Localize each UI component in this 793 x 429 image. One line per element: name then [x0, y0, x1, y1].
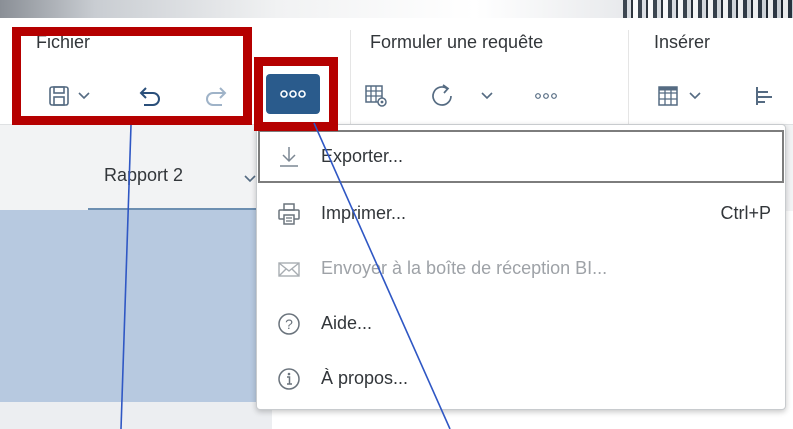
table-settings-button[interactable] — [356, 76, 396, 116]
refresh-button[interactable] — [420, 76, 502, 116]
background-image — [623, 0, 793, 18]
menu-item-imprimer[interactable]: Imprimer... Ctrl+P — [257, 186, 785, 241]
chevron-down-icon — [481, 92, 493, 100]
more-icon — [535, 93, 557, 99]
group-label-formuler: Formuler une requête — [370, 32, 544, 52]
redo-icon — [204, 85, 228, 107]
save-icon — [48, 85, 70, 107]
menu-item-label: Envoyer à la boîte de réception BI... — [321, 258, 608, 278]
envelope-icon — [277, 257, 301, 281]
tab-rapport-2[interactable]: Rapport 2 — [104, 165, 183, 186]
grid-icon — [657, 85, 679, 107]
background-strip — [0, 0, 793, 18]
refresh-icon — [429, 83, 455, 109]
more-menu: Exporter... Imprimer... Ctrl+P Envoyer à… — [256, 124, 786, 410]
menu-item-aide[interactable]: ? Aide... — [257, 296, 785, 351]
menu-item-label: Aide... — [321, 313, 373, 333]
menu-item-shortcut: Ctrl+P — [720, 203, 771, 223]
redo-button[interactable] — [196, 76, 236, 116]
more-button[interactable] — [266, 74, 320, 114]
menu-item-envoyer: Envoyer à la boîte de réception BI... — [257, 241, 785, 296]
table-settings-icon — [364, 84, 388, 108]
printer-icon — [277, 202, 301, 226]
group-label-fichier: Fichier — [36, 32, 91, 52]
report-canvas[interactable] — [0, 210, 272, 429]
info-icon — [277, 367, 301, 391]
undo-button[interactable] — [130, 76, 170, 116]
menu-item-exporter[interactable]: Exporter... — [257, 129, 785, 184]
help-icon: ? — [277, 312, 301, 336]
insert-table-button[interactable] — [638, 76, 720, 116]
group-separator — [628, 30, 629, 126]
chevron-down-icon[interactable] — [244, 170, 256, 188]
save-button[interactable] — [36, 76, 102, 116]
menu-item-label: Imprimer... — [321, 203, 407, 223]
align-icon — [754, 85, 774, 107]
group-label-inserer: Insérer — [654, 32, 711, 52]
more-icon — [280, 85, 306, 103]
chevron-down-icon — [689, 92, 701, 100]
menu-item-label: Exporter... — [321, 146, 404, 166]
svg-text:?: ? — [285, 316, 293, 332]
menu-item-label: À propos... — [321, 368, 409, 388]
insert-chart-button[interactable] — [746, 76, 782, 116]
menu-item-a-propos[interactable]: À propos... — [257, 351, 785, 406]
chevron-down-icon — [78, 92, 90, 100]
undo-icon — [138, 85, 162, 107]
group-separator — [350, 30, 351, 126]
query-more-button[interactable] — [526, 76, 566, 116]
download-icon — [277, 145, 301, 169]
toolbar: Fichier Formuler une requête Insérer — [0, 18, 793, 126]
report-canvas-footer — [0, 402, 272, 429]
